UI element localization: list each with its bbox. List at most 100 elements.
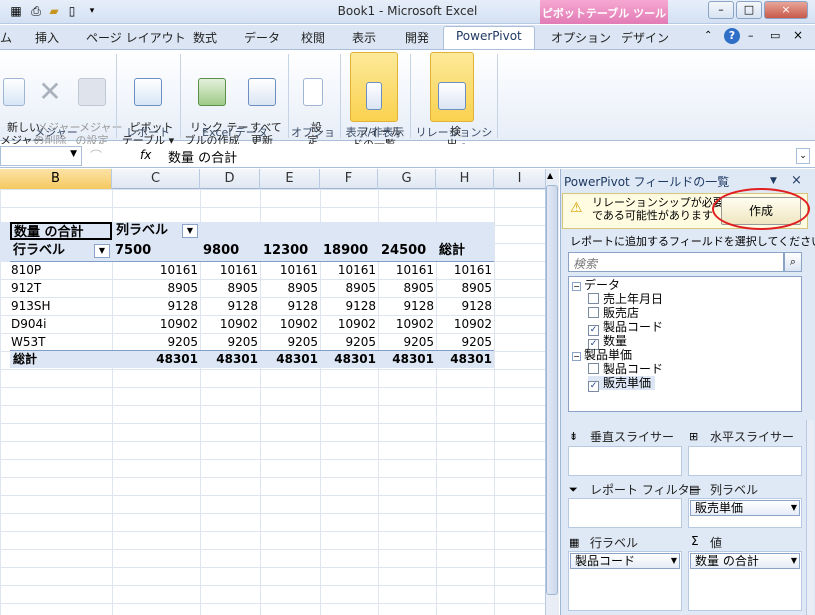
pivot-value-cell[interactable]: 8905 — [112, 279, 198, 297]
pivot-row-label-cell[interactable]: 913SH — [11, 297, 51, 315]
field-item[interactable]: 製品コード — [588, 362, 663, 376]
pivot-value-cell[interactable]: 10161 — [200, 261, 258, 279]
tab-home[interactable]: ム — [0, 29, 12, 46]
column-header-e[interactable]: E — [260, 169, 320, 189]
chip-dropdown-icon[interactable]: ▼ — [791, 501, 797, 515]
row-field-chip[interactable]: 製品コード ▼ — [570, 553, 680, 569]
field-item[interactable]: 売上年月日 — [588, 292, 663, 306]
pivot-total-cell[interactable]: 48301 — [112, 350, 198, 368]
field-search-input[interactable]: 検索 — [568, 252, 784, 272]
tab-view[interactable]: 表示 — [352, 29, 376, 46]
pivot-value-cell[interactable]: 8905 — [200, 279, 258, 297]
pivot-col-header[interactable]: 7500 — [115, 242, 151, 260]
column-header-d[interactable]: D — [200, 169, 260, 189]
column-header-g[interactable]: G — [378, 169, 436, 189]
pivot-row-label-cell[interactable]: 810P — [11, 261, 41, 279]
pivot-value-cell[interactable]: 10902 — [200, 315, 258, 333]
field-list-button[interactable]: フィール ドの一覧 — [350, 52, 402, 151]
print-preview-icon[interactable]: ⎙ — [28, 3, 44, 19]
panel-menu-icon[interactable]: ▼ — [770, 176, 777, 186]
pivot-value-cell[interactable]: 10161 — [320, 261, 376, 279]
collapse-icon[interactable]: − — [572, 352, 581, 361]
pivot-grand-total-label[interactable]: 総計 — [13, 350, 37, 368]
pivot-value-cell[interactable]: 10902 — [320, 315, 376, 333]
tab-developer[interactable]: 開発 — [405, 29, 429, 46]
tree-table-price[interactable]: − 製品単価 — [572, 348, 632, 362]
pivot-value-cell[interactable]: 8905 — [436, 279, 492, 297]
name-box[interactable]: ▼ — [0, 146, 82, 166]
column-header-f[interactable]: F — [320, 169, 378, 189]
tab-insert[interactable]: 挿入 — [35, 29, 59, 46]
pivot-value-cell[interactable]: 10161 — [112, 261, 198, 279]
formula-bar-splitter-icon[interactable]: ⌒ — [90, 147, 102, 164]
pivot-value-cell[interactable]: 9128 — [260, 297, 318, 315]
pivot-value-cell[interactable]: 10161 — [436, 261, 492, 279]
chip-dropdown-icon[interactable]: ▼ — [791, 554, 797, 568]
detect-button[interactable]: 検 出 — [430, 52, 474, 151]
checkbox-unchecked-icon[interactable] — [588, 293, 599, 304]
wb-restore-icon[interactable]: ▭ — [770, 29, 780, 42]
pivot-row-label-cell[interactable]: W53T — [11, 333, 45, 351]
pivot-value-cell[interactable]: 10161 — [260, 261, 318, 279]
qat-dropdown-icon[interactable]: ▾ — [84, 3, 100, 19]
checkbox-unchecked-icon[interactable] — [588, 363, 599, 374]
column-header-b[interactable]: B — [0, 169, 112, 189]
minimize-ribbon-icon[interactable]: ⌃ — [704, 30, 712, 41]
pivot-value-cell[interactable]: 8905 — [320, 279, 376, 297]
row-filter-dropdown-icon[interactable]: ▼ — [94, 244, 110, 258]
pivot-total-cell[interactable]: 48301 — [378, 350, 434, 368]
tab-design[interactable]: デザイン — [621, 29, 669, 46]
report-filter-zone[interactable] — [568, 498, 682, 528]
tab-data[interactable]: データ — [244, 29, 280, 46]
close-button[interactable]: × — [764, 1, 808, 19]
chip-dropdown-icon[interactable]: ▼ — [671, 554, 677, 568]
scrollbar-thumb[interactable] — [546, 185, 558, 595]
pivot-col-header[interactable]: 9800 — [203, 242, 239, 260]
checkbox-checked-icon[interactable]: ✓ — [588, 381, 599, 392]
column-header-h[interactable]: H — [436, 169, 494, 189]
tab-page-layout[interactable]: ページ レイアウト — [86, 29, 186, 46]
pivot-total-cell[interactable]: 48301 — [260, 350, 318, 368]
tab-options[interactable]: オプション — [551, 29, 611, 46]
help-icon[interactable]: ? — [724, 28, 740, 44]
field-item-selected[interactable]: ✓ 販売単価 — [588, 376, 656, 392]
tab-powerpivot[interactable]: PowerPivot — [456, 29, 522, 43]
minimize-button[interactable]: – — [708, 1, 734, 19]
collapse-icon[interactable]: − — [572, 282, 581, 291]
formula-content[interactable]: 数量 の合計 — [168, 147, 237, 166]
excel-icon[interactable]: ▦ — [8, 3, 24, 19]
open-icon[interactable]: ▰ — [46, 3, 62, 19]
field-item[interactable]: ✓ 数量 — [588, 334, 627, 350]
pivot-row-label-cell[interactable]: 912T — [11, 279, 41, 297]
pivot-value-cell[interactable]: 9205 — [320, 333, 376, 351]
pivot-value-cell[interactable]: 9205 — [112, 333, 198, 351]
pivot-value-cell[interactable]: 9128 — [436, 297, 492, 315]
values-field-chip[interactable]: 数量 の合計 ▼ — [690, 553, 800, 569]
panel-scrollbar[interactable] — [806, 420, 814, 615]
pivot-value-cell[interactable]: 9128 — [112, 297, 198, 315]
pivot-value-cell[interactable]: 8905 — [378, 279, 434, 297]
field-item[interactable]: ✓ 製品コード — [588, 320, 663, 336]
checkbox-unchecked-icon[interactable] — [588, 307, 599, 318]
new-icon[interactable]: ▯ — [64, 3, 80, 19]
pivot-value-cell[interactable]: 9205 — [260, 333, 318, 351]
wb-close-icon[interactable]: × — [793, 28, 803, 42]
column-field-chip[interactable]: 販売単価 ▼ — [690, 500, 800, 516]
pivot-value-cell[interactable]: 9205 — [378, 333, 434, 351]
pivot-col-header[interactable]: 総計 — [439, 242, 465, 260]
fx-icon[interactable]: fx — [140, 148, 151, 162]
tree-table-data[interactable]: − データ — [572, 278, 620, 292]
tab-formulas[interactable]: 数式 — [193, 29, 217, 46]
wb-minimize-icon[interactable]: – — [748, 29, 754, 42]
pivot-value-cell[interactable]: 8905 — [260, 279, 318, 297]
pivot-value-cell[interactable]: 9205 — [436, 333, 492, 351]
search-icon[interactable]: ⌕ — [784, 252, 802, 272]
field-item[interactable]: 販売店 — [588, 306, 639, 320]
panel-close-icon[interactable]: × — [791, 173, 802, 188]
pivot-value-cell[interactable]: 9128 — [378, 297, 434, 315]
pivot-value-cell[interactable]: 9128 — [200, 297, 258, 315]
tab-review[interactable]: 校閲 — [301, 29, 325, 46]
pivot-total-cell[interactable]: 48301 — [320, 350, 376, 368]
pivot-value-cell[interactable]: 10902 — [436, 315, 492, 333]
expand-formula-bar-icon[interactable]: ⌄ — [796, 148, 810, 164]
